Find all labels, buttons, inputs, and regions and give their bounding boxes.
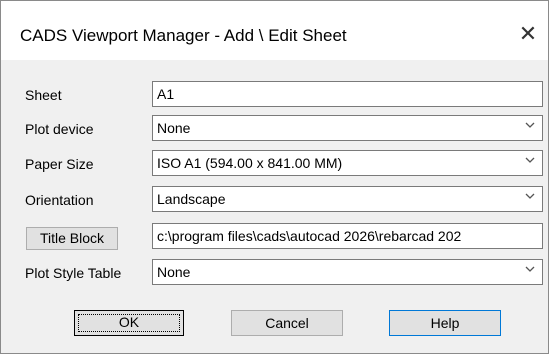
orientation-row: Orientation Landscape bbox=[1, 186, 548, 216]
orientation-value: Landscape bbox=[157, 191, 226, 207]
help-button[interactable]: Help bbox=[389, 310, 501, 336]
paper-size-select[interactable]: ISO A1 (594.00 x 841.00 MM) bbox=[152, 150, 543, 176]
title-block-path-field[interactable]: c:\program files\cads\autocad 2026\rebar… bbox=[152, 223, 543, 249]
title-block-path-value: c:\program files\cads\autocad 2026\rebar… bbox=[157, 228, 462, 244]
plot-style-table-row: Plot Style Table None bbox=[1, 259, 548, 289]
plot-device-row: Plot device None bbox=[1, 115, 548, 145]
ok-button[interactable]: OK bbox=[74, 310, 184, 336]
sheet-label: Sheet bbox=[25, 87, 62, 103]
title-bar: CADS Viewport Manager - Add \ Edit Sheet… bbox=[1, 1, 548, 60]
plot-device-value: None bbox=[157, 120, 191, 136]
plot-style-table-value: None bbox=[157, 264, 191, 280]
plot-device-select[interactable]: None bbox=[152, 115, 543, 141]
window-title: CADS Viewport Manager - Add \ Edit Sheet bbox=[20, 26, 347, 45]
paper-size-label: Paper Size bbox=[25, 156, 94, 172]
sheet-row: Sheet A1 bbox=[1, 81, 548, 111]
chevron-down-icon[interactable] bbox=[524, 262, 536, 278]
paper-size-value: ISO A1 (594.00 x 841.00 MM) bbox=[157, 155, 343, 171]
orientation-label: Orientation bbox=[25, 192, 94, 208]
plot-style-table-select[interactable]: None bbox=[152, 259, 543, 285]
chevron-down-icon[interactable] bbox=[524, 118, 536, 134]
paper-size-row: Paper Size ISO A1 (594.00 x 841.00 MM) bbox=[1, 150, 548, 180]
chevron-down-icon[interactable] bbox=[524, 189, 536, 205]
sheet-input[interactable]: A1 bbox=[152, 81, 543, 107]
plot-style-table-label: Plot Style Table bbox=[25, 265, 122, 281]
chevron-down-icon[interactable] bbox=[524, 153, 536, 169]
plot-device-label: Plot device bbox=[25, 121, 94, 137]
title-block-button[interactable]: Title Block bbox=[26, 227, 118, 250]
title-block-row: Title Block c:\program files\cads\autoca… bbox=[1, 223, 548, 253]
sheet-value: A1 bbox=[157, 86, 175, 102]
cancel-button[interactable]: Cancel bbox=[231, 310, 343, 336]
ok-button-label: OK bbox=[118, 314, 140, 330]
dialog-window: CADS Viewport Manager - Add \ Edit Sheet… bbox=[0, 0, 549, 354]
close-icon[interactable]: ✕ bbox=[511, 19, 545, 49]
orientation-select[interactable]: Landscape bbox=[152, 186, 543, 212]
